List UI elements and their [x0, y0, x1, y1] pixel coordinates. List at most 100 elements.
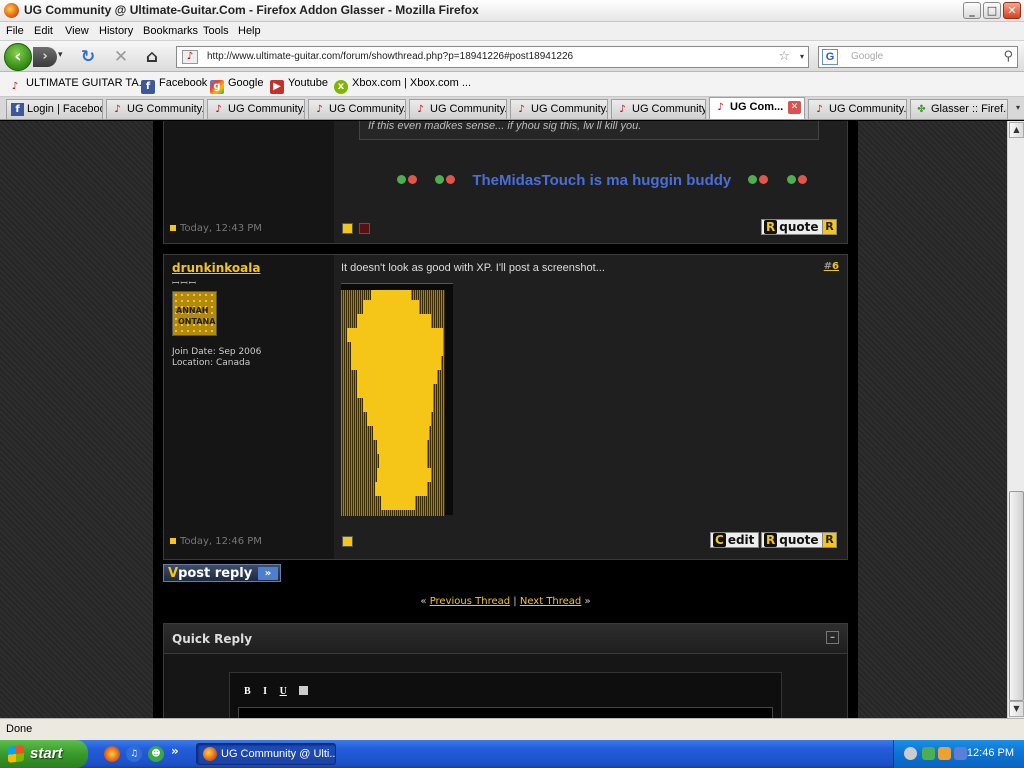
reputation-icon[interactable]	[359, 223, 370, 234]
firefox-quicklaunch-icon[interactable]	[104, 746, 120, 762]
collapse-icon[interactable]: –	[826, 631, 839, 644]
url-bar[interactable]: ♪ http://www.ultimate-guitar.com/forum/s…	[176, 46, 809, 68]
post-body-column: If this even madkes sense... if yhou sig…	[334, 121, 847, 243]
vertical-scrollbar[interactable]: ▲ ▼	[1007, 121, 1024, 718]
history-dropdown-icon[interactable]: ▾	[58, 50, 63, 60]
messenger-tray-icon[interactable]	[922, 747, 935, 760]
network-tray-icon[interactable]	[954, 747, 967, 760]
signature-quote-text: If this even madkes sense... if yhou sig…	[368, 121, 642, 132]
menu-edit[interactable]: Edit	[34, 25, 53, 37]
close-window-button[interactable]: ✕	[1003, 2, 1021, 19]
tab-ug-community[interactable]: ♪ UG Community...	[207, 99, 305, 119]
signature-text: TheMidasTouch is ma huggin buddy	[472, 172, 732, 189]
menu-tools[interactable]: Tools	[203, 25, 229, 37]
post-number-link[interactable]: #6	[824, 261, 839, 272]
next-thread-link[interactable]: Next Thread	[520, 596, 581, 607]
post-date-text: Today, 12:46 PM	[180, 536, 262, 547]
post-date: Today, 12:46 PM	[170, 536, 262, 547]
post-reply-label: Vpost reply	[168, 566, 253, 581]
url-text[interactable]: http://www.ultimate-guitar.com/forum/sho…	[207, 51, 573, 62]
bookmark-xbox[interactable]: x Xbox.com | Xbox.com ...	[334, 77, 471, 94]
search-icon[interactable]: ⚲	[1003, 49, 1013, 64]
previous-thread-link[interactable]: Previous Thread	[430, 596, 510, 607]
firefox-icon	[203, 747, 217, 761]
menu-file[interactable]: File	[6, 25, 24, 37]
quick-reply-textarea[interactable]	[238, 707, 773, 718]
messenger-quicklaunch-icon[interactable]: ☻	[148, 746, 164, 762]
menu-bookmarks[interactable]: Bookmarks	[143, 25, 198, 37]
guitar-icon: ♪	[316, 104, 323, 115]
close-tab-icon[interactable]: ✕	[788, 101, 801, 114]
start-button[interactable]: start	[0, 740, 88, 768]
post-status-icon	[170, 225, 176, 231]
bold-button[interactable]: B	[244, 686, 251, 697]
tab-ug-community-active[interactable]: ♪ UG Com... ✕	[709, 97, 805, 119]
forward-button[interactable]: ›	[33, 47, 57, 67]
post-reply-button[interactable]: Vpost reply »	[163, 564, 281, 582]
scroll-up-icon[interactable]: ▲	[1009, 122, 1024, 138]
system-tray: 12:46 PM	[893, 740, 1024, 768]
switch-mode-icon[interactable]	[299, 686, 309, 695]
tab-glasser-addon[interactable]: ✤ Glasser :: Firef...	[910, 99, 1008, 119]
search-input[interactable]: Google	[851, 51, 883, 62]
post-number-hash: #	[823, 261, 833, 272]
post-date: Today, 12:43 PM	[170, 223, 262, 234]
multi-quote-button[interactable]: R	[822, 532, 837, 548]
bookmark-google[interactable]: g Google	[210, 77, 263, 94]
search-engine-icon[interactable]: G	[822, 49, 838, 65]
bookmark-youtube[interactable]: ▶ Youtube	[270, 77, 328, 94]
post-reply-arrow-icon: »	[258, 567, 278, 580]
back-button[interactable]: ‹	[4, 43, 32, 71]
reload-button[interactable]: ↻	[78, 47, 98, 67]
maximize-button[interactable]: □	[983, 2, 1001, 19]
tray-arrow-icon[interactable]	[904, 747, 917, 760]
bookmark-ultimate-guitar[interactable]: ♪ ULTIMATE GUITAR TA...	[8, 77, 148, 93]
facebook-icon: f	[11, 103, 24, 116]
menu-help[interactable]: Help	[238, 25, 261, 37]
firefox-logo-icon	[4, 3, 19, 18]
scroll-down-icon[interactable]: ▼	[1009, 701, 1024, 717]
report-post-icon[interactable]	[342, 223, 353, 234]
multi-quote-button[interactable]: R	[822, 219, 837, 235]
stop-button[interactable]: ✕	[111, 47, 131, 67]
quick-reply-panel: Quick Reply – B I U	[163, 623, 848, 718]
tab-ug-community[interactable]: ♪ UG Community...	[106, 99, 204, 119]
quick-reply-editor: B I U	[229, 672, 782, 718]
tab-list-dropdown-icon[interactable]: ▾	[1016, 103, 1020, 112]
edit-button[interactable]: Cedit	[710, 532, 760, 548]
quicklaunch-more-icon[interactable]: »	[171, 744, 179, 758]
page-viewport: Today, 12:43 PM If this even madkes sens…	[0, 121, 1007, 718]
home-button[interactable]: ⌂	[142, 47, 162, 67]
bookmark-star-icon[interactable]: ☆	[778, 49, 790, 64]
scrollbar-thumb[interactable]	[1009, 491, 1024, 701]
security-tray-icon[interactable]	[938, 747, 951, 760]
menu-view[interactable]: View	[65, 25, 89, 37]
post-username-link[interactable]: drunkinkoala	[172, 261, 260, 275]
tab-ug-community[interactable]: ♪ UG Community...	[409, 99, 507, 119]
tab-label: UG Community...	[430, 103, 507, 115]
tab-ug-community[interactable]: ♪ UG Community...	[808, 99, 907, 119]
quote-button[interactable]: Rquote	[761, 532, 824, 548]
taskbar-item-firefox[interactable]: UG Community @ Ulti...	[196, 743, 336, 765]
thread-navigation: « Previous Thread | Next Thread »	[153, 596, 858, 607]
itunes-quicklaunch-icon[interactable]: ♫	[126, 746, 142, 762]
tab-ug-community[interactable]: ♪ UG Community...	[308, 99, 406, 119]
search-bar[interactable]: G Google ⚲	[818, 46, 1018, 68]
minimize-button[interactable]: _	[963, 2, 981, 19]
quote-button[interactable]: Rquote	[761, 219, 824, 235]
menu-history[interactable]: History	[99, 25, 133, 37]
facebook-icon: f	[141, 80, 155, 94]
tab-login-facebook[interactable]: f Login | Facebook	[6, 99, 103, 119]
taskbar-item-label: UG Community @ Ulti...	[221, 748, 336, 760]
quote-button-label: quote	[779, 220, 819, 234]
italic-button[interactable]: I	[263, 686, 267, 697]
screenshot-image	[341, 283, 453, 516]
report-post-icon[interactable]	[342, 536, 353, 547]
bookmarks-toolbar: ♪ ULTIMATE GUITAR TA... f Facebook g Google…	[0, 72, 1024, 97]
tab-ug-community[interactable]: ♪ UG Community...	[510, 99, 608, 119]
bookmark-facebook[interactable]: f Facebook	[141, 77, 207, 94]
tab-ug-community[interactable]: ♪ UG Community...	[611, 99, 706, 119]
url-dropdown-icon[interactable]: ▾	[800, 52, 804, 61]
underline-button[interactable]: U	[280, 686, 287, 697]
quote-button-label: quote	[779, 533, 819, 547]
